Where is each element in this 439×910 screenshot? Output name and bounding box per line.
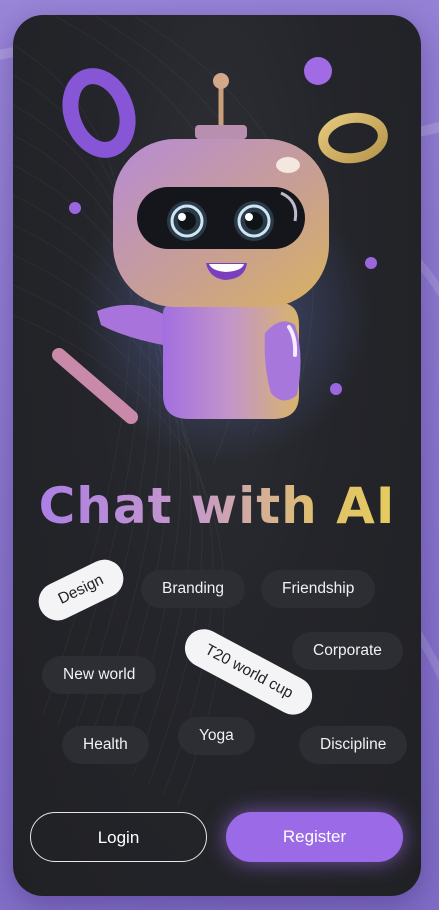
tag-discipline[interactable]: Discipline — [299, 726, 408, 764]
login-button[interactable]: Login — [30, 812, 207, 862]
purple-dot — [69, 202, 81, 214]
gold-ring-shape — [318, 112, 388, 164]
robot-illustration — [52, 57, 388, 424]
purple-dot — [365, 257, 377, 269]
antenna-icon — [213, 73, 229, 89]
pink-stick-shape — [52, 348, 138, 424]
purple-dot — [330, 383, 342, 395]
robot-arm-right — [264, 321, 301, 401]
purple-ring-shape — [62, 68, 136, 158]
register-button[interactable]: Register — [226, 812, 403, 862]
tag-new-world[interactable]: New world — [42, 656, 157, 694]
purple-ball-large — [304, 57, 332, 85]
tag-yoga[interactable]: Yoga — [178, 717, 255, 755]
app-screen: Chat with AI Design Branding Friendship … — [13, 15, 421, 896]
tag-branding[interactable]: Branding — [141, 570, 246, 608]
page-title: Chat with AI — [13, 477, 421, 535]
robot-arm-left — [97, 304, 165, 345]
tag-friendship[interactable]: Friendship — [261, 570, 376, 608]
tag-health[interactable]: Health — [62, 726, 149, 764]
robot-visor — [137, 187, 305, 249]
tag-corporate[interactable]: Corporate — [292, 632, 403, 670]
robot-eye-right — [234, 201, 274, 241]
robot-eye-left — [167, 201, 207, 241]
